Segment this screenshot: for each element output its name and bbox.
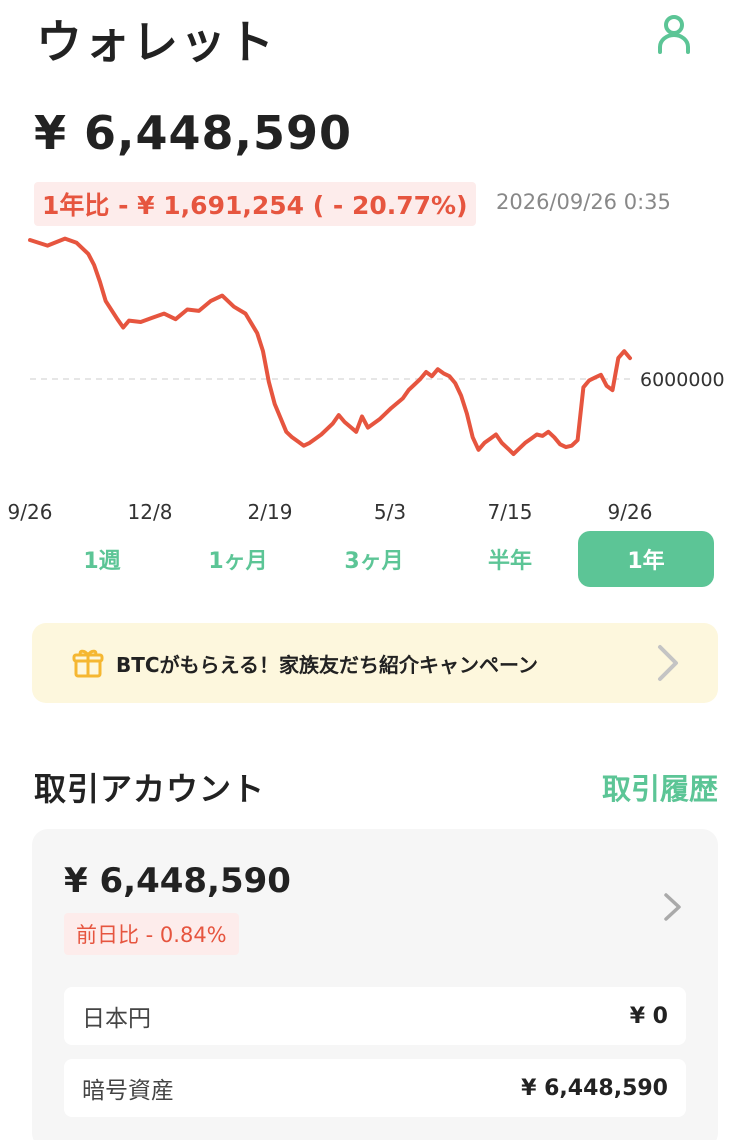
period-1w[interactable]: 1週	[34, 531, 170, 587]
x-tick-label: 7/15	[488, 500, 533, 524]
campaign-banner[interactable]: BTCがもらえる！家族友だち紹介キャンペーン	[32, 623, 718, 703]
daily-change-text: 前日比 - 0.84%	[76, 923, 227, 947]
chevron-right-icon	[664, 893, 681, 921]
row-value: ¥ 0	[629, 1003, 668, 1029]
x-tick-label: 12/8	[128, 500, 173, 524]
period-1m[interactable]: 1ヶ月	[170, 531, 306, 587]
x-tick-label: 5/3	[374, 500, 406, 524]
account-balance: ¥ 6,448,590	[64, 861, 291, 901]
x-tick-label: 9/26	[8, 500, 53, 524]
period-1y[interactable]: 1年	[578, 531, 714, 587]
price-series-line	[28, 236, 632, 456]
period-3m[interactable]: 3ヶ月	[306, 531, 442, 587]
yearly-change-badge: 1年比 - ¥ 1,691,254 ( - 20.77%)	[34, 182, 476, 226]
period-6m[interactable]: 半年	[442, 531, 578, 587]
x-tick-label: 2/19	[248, 500, 293, 524]
chevron-right-icon	[658, 645, 678, 681]
row-value: ¥ 6,448,590	[521, 1075, 668, 1101]
section-title: 取引アカウント	[34, 770, 266, 808]
row-label: 暗号資産	[82, 1078, 174, 1104]
row-label: 日本円	[82, 1006, 151, 1032]
jpy-balance-row: 日本円 ¥ 0	[64, 987, 686, 1045]
price-chart: 6000000 9/26 12/8 2/19 5/3 7/15 9/26	[8, 236, 725, 524]
banner-text: BTCがもらえる！家族友だち紹介キャンペーン	[116, 652, 538, 677]
timestamp: 2026/09/26 0:35	[496, 190, 671, 214]
x-tick-label: 9/26	[608, 500, 653, 524]
period-selector: 1週 1ヶ月 3ヶ月 半年 1年	[34, 531, 714, 587]
user-profile-icon[interactable]	[656, 14, 692, 54]
trading-account-card[interactable]: ¥ 6,448,590 前日比 - 0.84% 日本円 ¥ 0 暗号資産 ¥ 6…	[32, 829, 718, 1140]
trade-history-link[interactable]: 取引履歴	[602, 766, 718, 808]
x-axis-ticks: 9/26 12/8 2/19 5/3 7/15 9/26	[8, 500, 653, 524]
crypto-balance-row: 暗号資産 ¥ 6,448,590	[64, 1059, 686, 1117]
yearly-change-text: 1年比 - ¥ 1,691,254 ( - 20.77%)	[42, 191, 468, 220]
page-title: ウォレット	[36, 15, 276, 69]
daily-change-badge: 前日比 - 0.84%	[64, 913, 239, 955]
wallet-balance: ¥ 6,448,590	[34, 106, 353, 160]
reference-line-label: 6000000	[640, 369, 725, 391]
gift-icon	[72, 649, 104, 678]
